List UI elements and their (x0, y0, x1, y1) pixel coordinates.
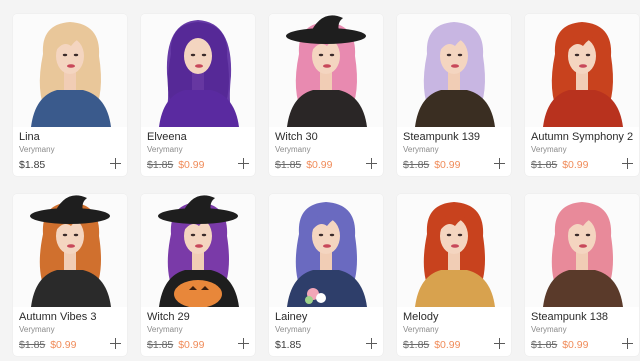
product-author[interactable]: Verymany (269, 324, 383, 335)
price-row: $1.85 $0.99 (141, 335, 255, 353)
product-price: $1.85 (275, 339, 302, 351)
product-portrait-art (397, 14, 511, 127)
product-author[interactable]: Verymany (141, 144, 255, 155)
product-image[interactable] (141, 14, 255, 127)
original-price: $1.85 (147, 339, 174, 351)
product-card[interactable]: Steampunk 139 Verymany $1.85 $0.99 (397, 14, 511, 176)
product-price: $1.85 (19, 159, 46, 171)
product-title[interactable]: Melody (397, 307, 511, 324)
product-image[interactable] (397, 194, 511, 307)
original-price: $1.85 (531, 159, 558, 171)
price-row: $1.85 $0.99 (525, 335, 639, 353)
product-author[interactable]: Verymany (13, 144, 127, 155)
product-card[interactable]: Lainey Verymany $1.85 (269, 194, 383, 356)
product-portrait-art (141, 14, 255, 127)
product-grid: Lina Verymany $1.85 Elveena Verymany $1.85 $0… (0, 0, 640, 361)
price-row: $1.85 $0.99 (269, 155, 383, 173)
add-to-cart-plus-icon[interactable] (110, 338, 121, 349)
price-row: $1.85 (269, 335, 383, 353)
price-row: $1.85 $0.99 (397, 155, 511, 173)
product-image[interactable] (13, 194, 127, 307)
add-to-cart-plus-icon[interactable] (622, 158, 633, 169)
sale-price: $0.99 (47, 339, 77, 351)
product-title[interactable]: Steampunk 138 (525, 307, 639, 324)
sale-price: $0.99 (431, 159, 461, 171)
product-card[interactable]: Autumn Symphony 2 Verymany $1.85 $0.99 (525, 14, 639, 176)
original-price: $1.85 (147, 159, 174, 171)
product-image[interactable] (141, 194, 255, 307)
product-portrait-art (525, 14, 639, 127)
sale-price: $0.99 (431, 339, 461, 351)
product-author[interactable]: Verymany (397, 324, 511, 335)
product-card[interactable]: Steampunk 138 Verymany $1.85 $0.99 (525, 194, 639, 356)
product-author[interactable]: Verymany (525, 144, 639, 155)
product-title[interactable]: Lina (13, 127, 127, 144)
product-portrait-art (141, 194, 255, 307)
add-to-cart-plus-icon[interactable] (494, 158, 505, 169)
add-to-cart-plus-icon[interactable] (366, 158, 377, 169)
add-to-cart-plus-icon[interactable] (366, 338, 377, 349)
product-card[interactable]: Melody Verymany $1.85 $0.99 (397, 194, 511, 356)
sale-price: $0.99 (175, 339, 205, 351)
product-title[interactable]: Steampunk 139 (397, 127, 511, 144)
add-to-cart-plus-icon[interactable] (494, 338, 505, 349)
product-image[interactable] (269, 14, 383, 127)
product-card[interactable]: Witch 29 Verymany $1.85 $0.99 (141, 194, 255, 356)
original-price: $1.85 (403, 339, 430, 351)
product-image[interactable] (525, 14, 639, 127)
original-price: $1.85 (403, 159, 430, 171)
add-to-cart-plus-icon[interactable] (622, 338, 633, 349)
price-row: $1.85 (13, 155, 127, 173)
product-author[interactable]: Verymany (525, 324, 639, 335)
product-image[interactable] (525, 194, 639, 307)
product-portrait-art (269, 194, 383, 307)
product-card[interactable]: Witch 30 Verymany $1.85 $0.99 (269, 14, 383, 176)
product-author[interactable]: Verymany (269, 144, 383, 155)
product-image[interactable] (269, 194, 383, 307)
add-to-cart-plus-icon[interactable] (238, 338, 249, 349)
price-row: $1.85 $0.99 (525, 155, 639, 173)
product-title[interactable]: Elveena (141, 127, 255, 144)
original-price: $1.85 (275, 159, 302, 171)
product-title[interactable]: Witch 29 (141, 307, 255, 324)
product-title[interactable]: Autumn Symphony 2 (525, 127, 639, 144)
product-author[interactable]: Verymany (397, 144, 511, 155)
product-author[interactable]: Verymany (13, 324, 127, 335)
product-card[interactable]: Elveena Verymany $1.85 $0.99 (141, 14, 255, 176)
product-title[interactable]: Autumn Vibes 3 (13, 307, 127, 324)
product-portrait-art (269, 14, 383, 127)
product-portrait-art (13, 14, 127, 127)
add-to-cart-plus-icon[interactable] (238, 158, 249, 169)
product-title[interactable]: Witch 30 (269, 127, 383, 144)
product-image[interactable] (397, 14, 511, 127)
price-row: $1.85 $0.99 (397, 335, 511, 353)
product-card[interactable]: Lina Verymany $1.85 (13, 14, 127, 176)
product-portrait-art (397, 194, 511, 307)
product-image[interactable] (13, 14, 127, 127)
add-to-cart-plus-icon[interactable] (110, 158, 121, 169)
product-card[interactable]: Autumn Vibes 3 Verymany $1.85 $0.99 (13, 194, 127, 356)
sale-price: $0.99 (559, 339, 589, 351)
price-row: $1.85 $0.99 (13, 335, 127, 353)
original-price: $1.85 (19, 339, 46, 351)
product-title[interactable]: Lainey (269, 307, 383, 324)
product-portrait-art (525, 194, 639, 307)
sale-price: $0.99 (303, 159, 333, 171)
sale-price: $0.99 (175, 159, 205, 171)
price-row: $1.85 $0.99 (141, 155, 255, 173)
product-portrait-art (13, 194, 127, 307)
product-author[interactable]: Verymany (141, 324, 255, 335)
original-price: $1.85 (531, 339, 558, 351)
sale-price: $0.99 (559, 159, 589, 171)
